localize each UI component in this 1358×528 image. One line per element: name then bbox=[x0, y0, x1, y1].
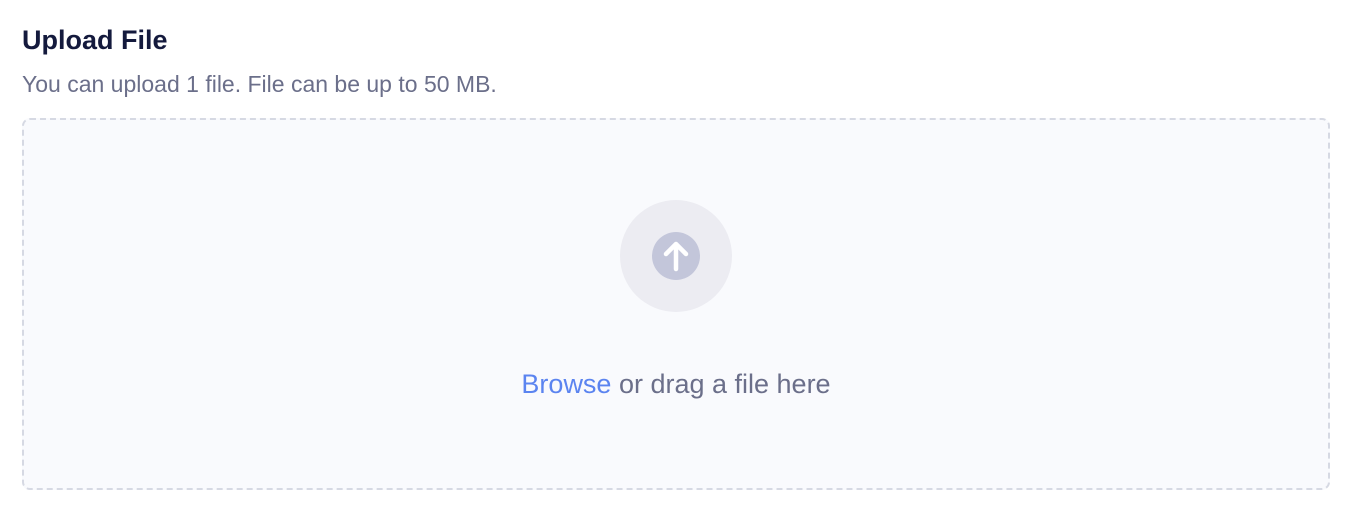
arrow-up-circle-icon bbox=[652, 232, 700, 280]
drag-text: or drag a file here bbox=[611, 369, 831, 399]
browse-link[interactable]: Browse bbox=[521, 369, 611, 399]
upload-subtitle: You can upload 1 file. File can be up to… bbox=[22, 71, 497, 97]
upload-title: Upload File bbox=[22, 25, 168, 55]
file-dropzone[interactable]: Browse or drag a file here bbox=[22, 118, 1330, 490]
upload-icon-container[interactable] bbox=[620, 200, 732, 312]
dropzone-instructions: Browse or drag a file here bbox=[24, 368, 1328, 400]
